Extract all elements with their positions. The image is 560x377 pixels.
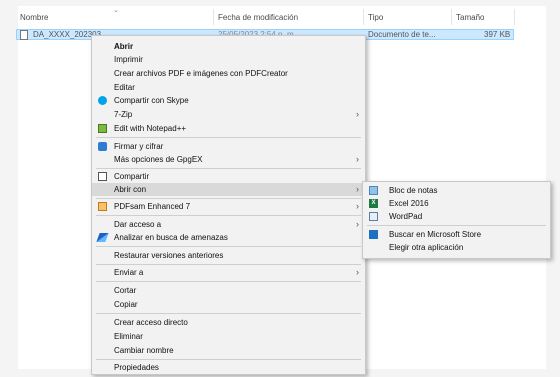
column-divider[interactable] bbox=[514, 9, 515, 25]
menu-item-compartir[interactable]: Compartir bbox=[92, 170, 365, 183]
menu-item-firmar[interactable]: Firmar y cifrar bbox=[92, 140, 365, 153]
menu-item-pdfsam[interactable]: PDFsam Enhanced 7 › bbox=[92, 200, 365, 213]
menu-item-abrir-con[interactable]: Abrir con › bbox=[92, 183, 365, 196]
window-border-top bbox=[0, 0, 560, 6]
menu-item-cambiar-nombre[interactable]: Cambiar nombre bbox=[92, 344, 365, 357]
file-size: 397 KB bbox=[484, 30, 511, 39]
menu-separator bbox=[96, 313, 361, 314]
wordpad-icon bbox=[369, 212, 378, 221]
defender-icon bbox=[96, 233, 109, 242]
submenu-item-excel[interactable]: X Excel 2016 bbox=[363, 197, 550, 210]
menu-item-enviar[interactable]: Enviar a › bbox=[92, 266, 365, 279]
menu-separator bbox=[96, 137, 361, 138]
submenu-arrow-icon: › bbox=[356, 219, 359, 229]
excel-icon: X bbox=[369, 199, 378, 208]
menu-separator bbox=[96, 246, 361, 247]
menu-item-gpgex[interactable]: Más opciones de GpgEX › bbox=[92, 153, 365, 166]
text-document-icon bbox=[20, 30, 28, 40]
column-header-name[interactable]: Nombre bbox=[20, 13, 48, 22]
explorer-window: ⌄ Nombre Fecha de modificación Tipo Tama… bbox=[0, 0, 560, 377]
menu-separator bbox=[96, 281, 361, 282]
column-header-size[interactable]: Tamaño bbox=[456, 13, 484, 22]
menu-separator bbox=[96, 198, 361, 199]
share-icon bbox=[98, 172, 107, 181]
menu-separator bbox=[367, 225, 546, 226]
notepad-plus-plus-icon bbox=[98, 124, 107, 133]
submenu-arrow-icon: › bbox=[356, 109, 359, 119]
menu-item-eliminar[interactable]: Eliminar bbox=[92, 330, 365, 343]
column-header-type[interactable]: Tipo bbox=[368, 13, 383, 22]
open-with-submenu: Bloc de notas X Excel 2016 WordPad Busca… bbox=[362, 181, 551, 259]
menu-separator bbox=[96, 359, 361, 360]
menu-item-abrir[interactable]: Abrir bbox=[92, 40, 365, 53]
menu-item-acceso-directo[interactable]: Crear acceso directo bbox=[92, 316, 365, 329]
menu-item-analizar[interactable]: Analizar en busca de amenazas bbox=[92, 231, 365, 244]
menu-item-cortar[interactable]: Cortar bbox=[92, 284, 365, 297]
notepad-icon bbox=[369, 186, 378, 195]
column-divider[interactable] bbox=[451, 9, 452, 25]
window-border-left bbox=[0, 0, 18, 377]
context-menu: Abrir Imprimir Crear archivos PDF e imág… bbox=[91, 35, 366, 375]
submenu-arrow-icon: › bbox=[356, 201, 359, 211]
menu-item-7zip[interactable]: 7-Zip › bbox=[92, 108, 365, 121]
file-type: Documento de te... bbox=[368, 30, 436, 39]
submenu-arrow-icon: › bbox=[356, 267, 359, 277]
menu-item-restaurar[interactable]: Restaurar versiones anteriores bbox=[92, 249, 365, 262]
submenu-arrow-icon: › bbox=[356, 184, 359, 194]
lock-icon bbox=[98, 142, 107, 151]
submenu-item-microsoft-store[interactable]: Buscar en Microsoft Store bbox=[363, 228, 550, 241]
pdfsam-icon bbox=[98, 202, 107, 211]
column-divider[interactable] bbox=[363, 9, 364, 25]
skype-icon bbox=[98, 96, 107, 105]
column-divider[interactable] bbox=[213, 9, 214, 25]
submenu-item-wordpad[interactable]: WordPad bbox=[363, 210, 550, 223]
menu-item-copiar[interactable]: Copiar bbox=[92, 298, 365, 311]
menu-item-notepadpp[interactable]: Edit with Notepad++ bbox=[92, 122, 365, 135]
menu-item-skype[interactable]: Compartir con Skype bbox=[92, 94, 365, 107]
store-icon bbox=[369, 230, 378, 239]
menu-item-dar-acceso[interactable]: Dar acceso a › bbox=[92, 218, 365, 231]
column-header-modified[interactable]: Fecha de modificación bbox=[218, 13, 298, 22]
menu-separator bbox=[96, 264, 361, 265]
submenu-item-elegir-otra[interactable]: Elegir otra aplicación bbox=[363, 241, 550, 254]
menu-separator bbox=[96, 215, 361, 216]
submenu-arrow-icon: › bbox=[356, 154, 359, 164]
sort-caret-icon: ⌄ bbox=[113, 7, 119, 14]
menu-item-editar[interactable]: Editar bbox=[92, 81, 365, 94]
menu-item-pdfcreator[interactable]: Crear archivos PDF e imágenes con PDFCre… bbox=[92, 67, 365, 80]
menu-separator bbox=[96, 168, 361, 169]
menu-item-propiedades[interactable]: Propiedades bbox=[92, 361, 365, 374]
submenu-item-bloc-de-notas[interactable]: Bloc de notas bbox=[363, 184, 550, 197]
menu-item-imprimir[interactable]: Imprimir bbox=[92, 53, 365, 66]
